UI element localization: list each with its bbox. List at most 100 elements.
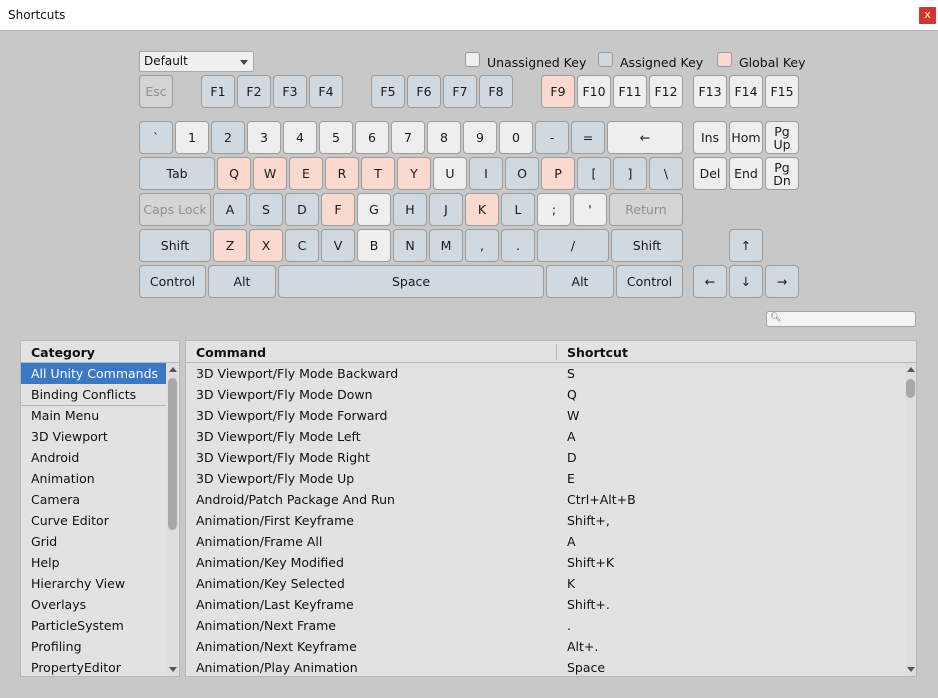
key-f[interactable]: F <box>321 193 355 226</box>
key-right-bracket[interactable]: ] <box>613 157 647 190</box>
key-9[interactable]: 9 <box>463 121 497 154</box>
category-item-3d-viewport[interactable]: 3D Viewport <box>21 426 166 447</box>
category-item-help[interactable]: Help <box>21 552 166 573</box>
key-arrow-left[interactable]: ← <box>693 265 727 298</box>
key-arrow-right[interactable]: → <box>765 265 799 298</box>
key-5[interactable]: 5 <box>319 121 353 154</box>
key-m[interactable]: M <box>429 229 463 262</box>
key-7[interactable]: 7 <box>391 121 425 154</box>
key-c[interactable]: C <box>285 229 319 262</box>
key-3[interactable]: 3 <box>247 121 281 154</box>
key-f13[interactable]: F13 <box>693 75 727 108</box>
key-f10[interactable]: F10 <box>577 75 611 108</box>
key-e[interactable]: E <box>289 157 323 190</box>
key-f6[interactable]: F6 <box>407 75 441 108</box>
key-n[interactable]: N <box>393 229 427 262</box>
table-row[interactable]: 3D Viewport/Fly Mode Backward S <box>186 363 904 384</box>
scroll-up-arrow-icon[interactable] <box>169 367 177 372</box>
category-scrollbar[interactable] <box>167 363 178 676</box>
key-right-control[interactable]: Control <box>616 265 683 298</box>
key-v[interactable]: V <box>321 229 355 262</box>
key-f15[interactable]: F15 <box>765 75 799 108</box>
key-minus[interactable]: - <box>535 121 569 154</box>
key-f8[interactable]: F8 <box>479 75 513 108</box>
key-i[interactable]: I <box>469 157 503 190</box>
category-item-profiling[interactable]: Profiling <box>21 636 166 657</box>
key-2[interactable]: 2 <box>211 121 245 154</box>
key-right-alt[interactable]: Alt <box>546 265 614 298</box>
key-f2[interactable]: F2 <box>237 75 271 108</box>
key-p[interactable]: P <box>541 157 575 190</box>
scroll-up-arrow-icon[interactable] <box>907 367 915 372</box>
column-separator[interactable] <box>556 344 557 360</box>
key-f12[interactable]: F12 <box>649 75 683 108</box>
key-8[interactable]: 8 <box>427 121 461 154</box>
key-r[interactable]: R <box>325 157 359 190</box>
key-tab[interactable]: Tab <box>139 157 215 190</box>
table-row[interactable]: Animation/Key Selected K <box>186 573 904 594</box>
category-item-curve-editor[interactable]: Curve Editor <box>21 510 166 531</box>
key-space[interactable]: Space <box>278 265 544 298</box>
key-1[interactable]: 1 <box>175 121 209 154</box>
category-item-grid[interactable]: Grid <box>21 531 166 552</box>
table-row[interactable]: Animation/Key Modified Shift+K <box>186 552 904 573</box>
category-item-hierarchy-view[interactable]: Hierarchy View <box>21 573 166 594</box>
category-item-overlays[interactable]: Overlays <box>21 594 166 615</box>
table-row[interactable]: 3D Viewport/Fly Mode Right D <box>186 447 904 468</box>
scroll-down-arrow-icon[interactable] <box>169 667 177 672</box>
shortcut-column-header[interactable]: Shortcut <box>567 345 628 360</box>
category-item-animation[interactable]: Animation <box>21 468 166 489</box>
table-row[interactable]: 3D Viewport/Fly Mode Down Q <box>186 384 904 405</box>
table-row[interactable]: 3D Viewport/Fly Mode Forward W <box>186 405 904 426</box>
key-0[interactable]: 0 <box>499 121 533 154</box>
category-item-binding-conflicts[interactable]: Binding Conflicts <box>21 384 166 405</box>
key-4[interactable]: 4 <box>283 121 317 154</box>
key-return[interactable]: Return <box>609 193 683 226</box>
key-f3[interactable]: F3 <box>273 75 307 108</box>
key-a[interactable]: A <box>213 193 247 226</box>
table-row[interactable]: 3D Viewport/Fly Mode Left A <box>186 426 904 447</box>
key-f14[interactable]: F14 <box>729 75 763 108</box>
key-esc[interactable]: Esc <box>139 75 173 108</box>
table-row[interactable]: Animation/Play Animation Space <box>186 657 904 678</box>
key-delete[interactable]: Del <box>693 157 727 190</box>
command-scrollbar[interactable] <box>905 363 916 676</box>
search-input[interactable]: 🔍︎ <box>766 311 916 327</box>
key-y[interactable]: Y <box>397 157 431 190</box>
table-row[interactable]: 3D Viewport/Fly Mode Up E <box>186 468 904 489</box>
key-l[interactable]: L <box>501 193 535 226</box>
key-backslash[interactable]: \ <box>649 157 683 190</box>
key-s[interactable]: S <box>249 193 283 226</box>
key-left-alt[interactable]: Alt <box>208 265 276 298</box>
close-button[interactable]: x <box>919 7 936 24</box>
category-scroll-thumb[interactable] <box>168 378 177 530</box>
key-6[interactable]: 6 <box>355 121 389 154</box>
key-d[interactable]: D <box>285 193 319 226</box>
table-row[interactable]: Animation/First Keyframe Shift+, <box>186 510 904 531</box>
key-backquote[interactable]: ` <box>139 121 173 154</box>
key-left-shift[interactable]: Shift <box>139 229 211 262</box>
key-backspace[interactable]: ← <box>607 121 683 154</box>
key-o[interactable]: O <box>505 157 539 190</box>
command-scroll-thumb[interactable] <box>906 379 915 398</box>
key-right-shift[interactable]: Shift <box>611 229 683 262</box>
key-f1[interactable]: F1 <box>201 75 235 108</box>
category-item-particlesystem[interactable]: ParticleSystem <box>21 615 166 636</box>
key-equals[interactable]: = <box>571 121 605 154</box>
key-f4[interactable]: F4 <box>309 75 343 108</box>
key-arrow-up[interactable]: ↑ <box>729 229 763 262</box>
key-page-up[interactable]: Pg Up <box>765 121 799 154</box>
key-f11[interactable]: F11 <box>613 75 647 108</box>
key-home[interactable]: Hom <box>729 121 763 154</box>
table-row[interactable]: Animation/Frame All A <box>186 531 904 552</box>
table-row[interactable]: Animation/Last Keyframe Shift+. <box>186 594 904 615</box>
key-end[interactable]: End <box>729 157 763 190</box>
key-f9[interactable]: F9 <box>541 75 575 108</box>
key-f7[interactable]: F7 <box>443 75 477 108</box>
key-w[interactable]: W <box>253 157 287 190</box>
category-item-camera[interactable]: Camera <box>21 489 166 510</box>
key-j[interactable]: J <box>429 193 463 226</box>
table-row[interactable]: Animation/Next Frame . <box>186 615 904 636</box>
category-item-propertyeditor[interactable]: PropertyEditor <box>21 657 166 678</box>
key-period[interactable]: . <box>501 229 535 262</box>
